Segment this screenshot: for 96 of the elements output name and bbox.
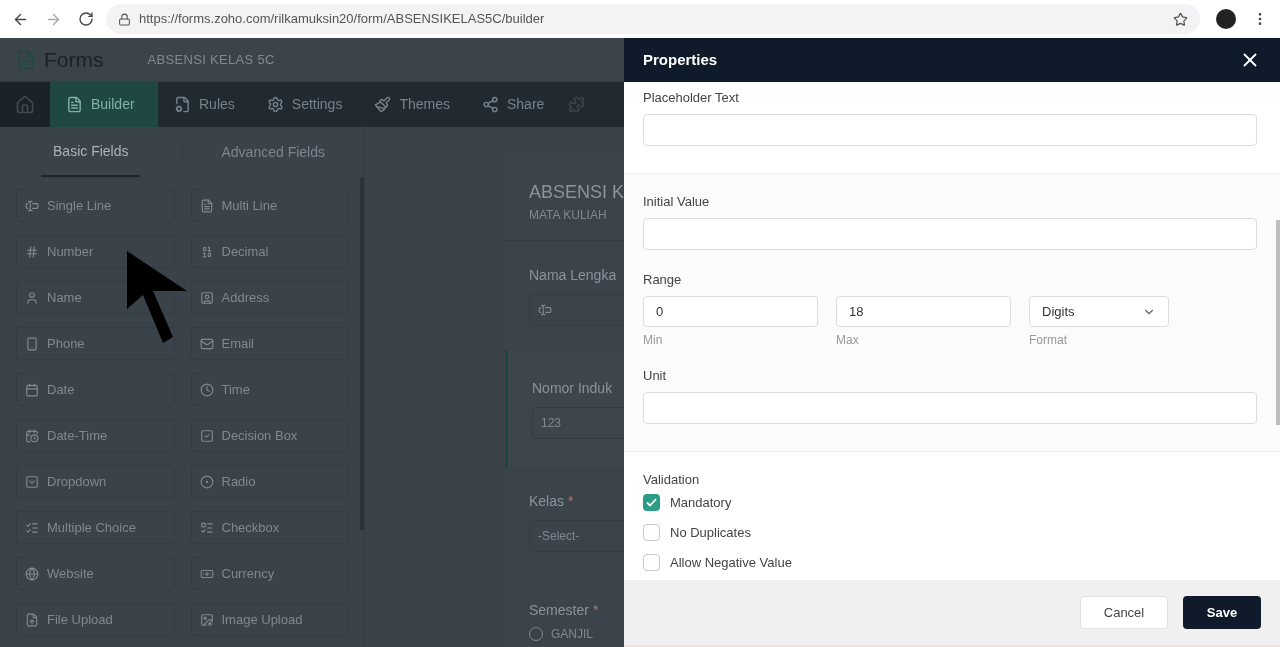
field-type-icon	[199, 520, 214, 535]
field-type-button[interactable]: Currency	[190, 557, 349, 590]
form-title: ABSENSI K	[529, 181, 624, 204]
field-type-button[interactable]: Single Line	[16, 189, 175, 222]
bookmark-star-icon[interactable]	[1173, 11, 1188, 27]
nav-tab[interactable]: Rules	[158, 82, 251, 127]
checkbox[interactable]	[643, 524, 660, 541]
field-type-icon	[25, 336, 39, 351]
input-caption: Max	[836, 332, 860, 348]
checkbox[interactable]	[643, 494, 660, 511]
field-type-button[interactable]: Address	[190, 281, 349, 314]
field-type-icon	[199, 382, 214, 397]
field-type-button[interactable]: Date	[16, 373, 175, 406]
checkbox-label: Allow Negative Value	[670, 554, 792, 571]
field-type-button[interactable]: Multiple Choice	[16, 511, 175, 544]
max-input[interactable]: 18	[836, 296, 1011, 327]
puzzle-icon[interactable]	[568, 96, 586, 113]
field-type-button[interactable]: Multi Line	[190, 189, 349, 222]
radio-label: GANJIL	[551, 626, 593, 643]
lock-icon	[118, 12, 131, 26]
field-type-button[interactable]: Website	[16, 557, 175, 590]
field-tab[interactable]: Basic Fields	[41, 127, 141, 177]
checkbox-label: No Duplicates	[670, 524, 751, 541]
nav-tab[interactable]: Share	[465, 82, 561, 127]
selected-question-card[interactable]: Nomor Induk 123	[505, 350, 624, 467]
field-type-button[interactable]: Decision Box	[190, 419, 349, 452]
reload-icon[interactable]	[78, 11, 94, 27]
unit-input[interactable]	[643, 392, 1257, 424]
field-type-icon	[25, 520, 39, 535]
cancel-button[interactable]: Cancel	[1080, 596, 1168, 629]
input-caption: Format	[1029, 332, 1068, 348]
required-mark: *	[568, 492, 574, 511]
nav-icon	[174, 96, 191, 113]
initial-value-input[interactable]	[643, 218, 1257, 250]
field-label: Placeholder Text	[643, 90, 740, 106]
home-tab[interactable]	[0, 82, 50, 127]
field-type-icon	[25, 244, 39, 259]
field-type-button[interactable]: Time	[190, 373, 349, 406]
field-type-icon	[199, 336, 214, 351]
panel-scrollbar[interactable]	[1276, 220, 1280, 425]
field-label: Initial Value	[643, 194, 711, 210]
field-type-button[interactable]: File Upload	[16, 603, 175, 636]
field-type-icon	[25, 382, 39, 397]
field-type-button[interactable]: Dropdown	[16, 465, 175, 498]
field-type-icon	[25, 290, 39, 305]
field-label: Unit	[643, 368, 668, 384]
field-type-icon	[199, 474, 214, 489]
field-type-icon	[199, 612, 214, 627]
required-mark: *	[592, 601, 599, 620]
field-type-icon	[25, 428, 39, 443]
field-type-button[interactable]: Checkbox	[190, 511, 349, 544]
field-tab[interactable]: Advanced Fields	[209, 139, 337, 165]
question-card[interactable]: Semester * GANJIL	[505, 576, 624, 647]
nav-icon	[481, 96, 499, 113]
format-select[interactable]: Digits	[1029, 296, 1169, 327]
home-icon	[15, 94, 35, 115]
field-type-button[interactable]: Decimal	[190, 235, 349, 268]
field-type-icon	[25, 566, 39, 581]
url-text: https://forms.zoho.com/rilkamuksin20/form/ABSENSIKELAS5C/builder	[139, 10, 545, 29]
nav-icon	[66, 96, 83, 113]
input-caption: Min	[643, 332, 664, 348]
checkmark-icon	[646, 498, 657, 507]
field-type-button[interactable]: Date-Time	[16, 419, 175, 452]
field-type-icon	[25, 198, 39, 213]
placeholder-text-input[interactable]	[643, 114, 1257, 146]
field-type-button[interactable]: Email	[190, 327, 349, 360]
nav-icon	[266, 96, 284, 113]
question-label: Nama Lengka	[529, 266, 617, 285]
field-type-button[interactable]: Image Upload	[190, 603, 349, 636]
field-type-icon	[199, 198, 214, 213]
field-type-icon	[25, 612, 39, 627]
checkbox-label: Mandatory	[670, 494, 732, 511]
address-bar[interactable]: https://forms.zoho.com/rilkamuksin20/form/ABSENSIKELAS5C/builder	[106, 4, 1200, 34]
field-type-icon	[199, 428, 214, 443]
nav-tab[interactable]: Settings	[250, 82, 359, 127]
field-type-icon	[199, 290, 214, 305]
field-type-button[interactable]: Radio	[190, 465, 349, 498]
profile-avatar[interactable]	[1216, 9, 1236, 29]
form-subtitle: MATA KULIAH	[529, 207, 608, 224]
field-type-icon	[25, 474, 39, 489]
min-input[interactable]: 0	[643, 296, 818, 327]
form-name: ABSENSI KELAS 5C	[147, 50, 275, 69]
forms-logo-icon	[16, 49, 36, 70]
nav-tab[interactable]: Builder	[50, 82, 158, 127]
save-button[interactable]: Save	[1183, 596, 1261, 629]
text-field-icon	[538, 303, 552, 317]
field-label: Range	[643, 272, 683, 288]
field-type-button[interactable]: Phone	[16, 327, 175, 360]
question-label: Nomor Induk	[532, 379, 613, 398]
question-label: Semester	[529, 601, 589, 620]
question-label: Kelas	[529, 492, 565, 511]
nav-icon	[374, 96, 392, 113]
panel-title: Properties	[643, 49, 718, 70]
field-label: Validation	[643, 472, 701, 488]
checkbox[interactable]	[643, 554, 660, 571]
nav-tab[interactable]: Themes	[358, 82, 466, 127]
